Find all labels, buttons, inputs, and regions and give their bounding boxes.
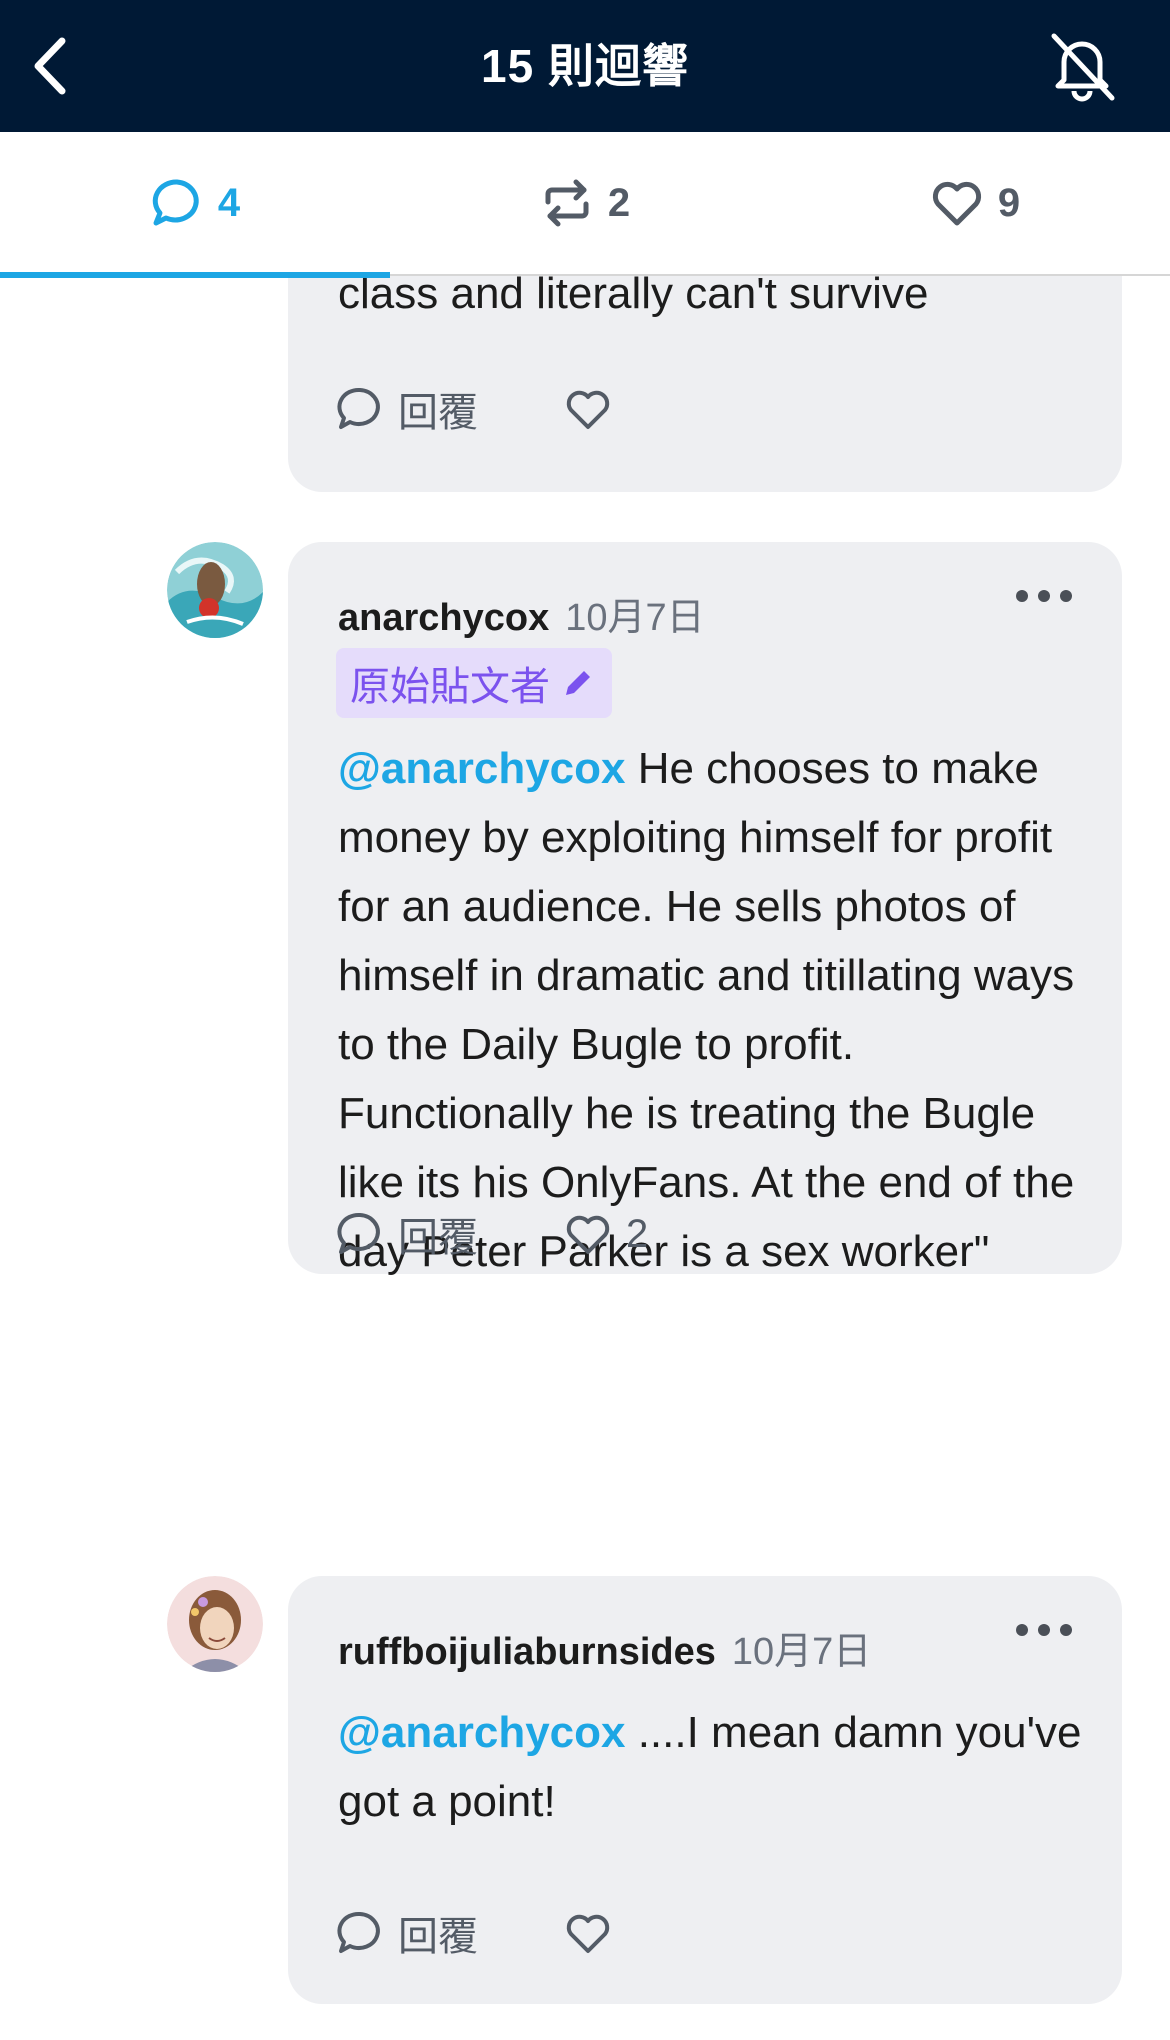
reblog-icon [545,179,589,227]
dot [1016,590,1028,602]
heart-icon [566,390,610,429]
comment-actions: 回覆 [336,379,626,439]
comment-header: ruffboijuliaburnsides 10月7日 [338,1620,871,1675]
like-button[interactable] [564,1909,626,1957]
comment-actions: 回覆 [336,1903,626,1963]
reply-button[interactable]: 回覆 [336,1205,564,1263]
mention-link[interactable]: @anarchycox [338,744,625,793]
comment-header: anarchycox 10月7日 [338,586,705,641]
reply-button[interactable]: 回覆 [336,380,564,438]
comment-icon [337,1212,380,1254]
comment-date: 10月7日 [565,597,705,639]
tab-replies[interactable]: 4 [0,132,390,278]
comment-text: @anarchycox ....I mean damn you've got a… [338,1698,1098,1836]
comment-text: class and literally can't survive [338,274,929,318]
heart-icon [566,1914,610,1953]
comment-username[interactable]: ruffboijuliaburnsides [338,1631,716,1673]
reply-label: 回覆 [398,391,478,435]
dot [1060,1624,1072,1636]
dot [1060,590,1072,602]
more-options-button[interactable] [1016,1620,1072,1640]
dot [1016,1624,1028,1636]
dot [1038,590,1050,602]
more-options-button[interactable] [1016,586,1072,606]
heart-icon [932,181,981,226]
badge-label: 原始貼文者 [350,665,550,709]
activity-tabs: 4 2 9 [0,132,1170,278]
comment-card: class and literally can't survive 回覆 [288,274,1122,492]
like-button[interactable]: 2 [564,1210,648,1258]
comment-card: ruffboijuliaburnsides 10月7日 @anarchycox .… [288,1576,1122,2004]
comment-icon [152,179,199,226]
comment-icon [337,387,380,429]
reply-label: 回覆 [398,1216,478,1260]
active-tab-indicator [0,272,390,278]
avatar[interactable] [167,542,263,638]
comment-actions: 回覆 2 [336,1204,648,1264]
page-title: 15 則迴響 [481,40,689,92]
original-poster-badge: 原始貼文者 [336,648,612,718]
mention-link[interactable]: @anarchycox [338,1708,625,1757]
comment-icon [337,1911,380,1953]
tab-likes[interactable]: 9 [780,132,1170,274]
top-bar: 15 則迴響 [0,0,1170,132]
like-count: 2 [626,1211,649,1256]
tab-reblogs-count: 2 [607,180,631,225]
tab-reblogs[interactable]: 2 [390,132,780,274]
comments-list[interactable]: class and literally can't survive 回覆 ana… [0,274,1170,2040]
like-button[interactable] [564,385,626,433]
heart-icon [566,1215,610,1254]
pencil-icon [566,671,590,695]
avatar-image [167,542,263,638]
comment-username[interactable]: anarchycox [338,597,549,639]
comment-body: He chooses to make money by exploiting h… [338,744,1075,1276]
comment-date: 10月7日 [731,1631,872,1673]
comment-card: anarchycox 10月7日 原始貼文者 @anarchycox He cho… [288,542,1122,1276]
tab-replies-count: 4 [217,180,241,225]
avatar-image [167,1576,263,1672]
reply-label: 回覆 [398,1915,478,1959]
bell-off-icon[interactable] [1044,28,1120,104]
reply-button[interactable]: 回覆 [336,1904,564,1962]
avatar[interactable] [167,1576,263,1672]
tab-likes-count: 9 [997,180,1021,225]
dot [1038,1624,1050,1636]
